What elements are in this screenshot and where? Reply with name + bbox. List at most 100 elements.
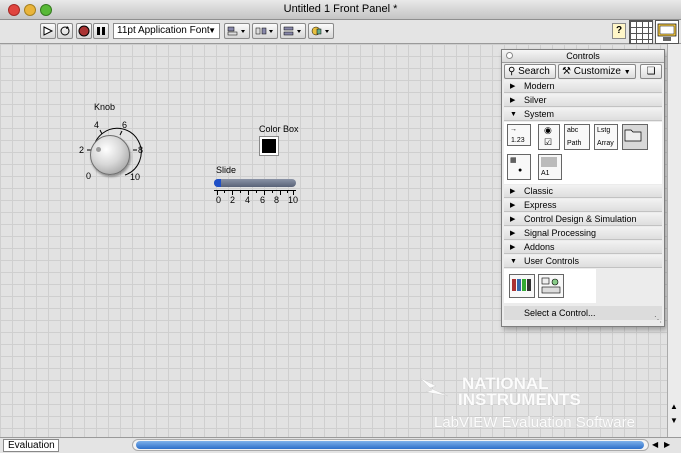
category-label: Silver [524,95,547,105]
palette-customize-button[interactable]: ⚒ Customize ▼ [558,64,636,79]
font-select-label: 11pt Application Font [117,25,210,36]
connector-pane-icon[interactable] [629,20,653,44]
palette-view-button[interactable]: ❏ [640,64,662,79]
color-box-label: Color Box [259,124,299,134]
category-label: Signal Processing [524,228,597,238]
knob-scale-label-8: 8 [138,145,144,155]
knob-scale-label-4: 4 [94,120,100,130]
slide-scale [214,190,296,195]
slide-scale-label-8: 8 [274,195,280,205]
books-icon [512,279,531,291]
pause-button[interactable] [93,23,109,39]
toolbar: 11pt Application Font ▼ [0,20,681,44]
decoration-icon-text: A1 [541,170,550,177]
palette-category-signal-processing[interactable]: ▶ Signal Processing [504,227,662,240]
wrench-icon: ⚒ [562,66,571,77]
knob-pointer [96,147,101,152]
palette-category-system[interactable]: ▼ System [504,108,662,121]
reorder-button[interactable] [308,23,334,39]
palette-title-bar[interactable]: Controls [502,50,664,63]
triangle-right-icon: ▶ [510,83,516,90]
context-help-button[interactable]: ? [612,23,626,39]
knob-scale-label-6: 6 [122,120,128,130]
palette-search-button[interactable]: ⚲ Search [504,64,556,79]
vi-icon[interactable] [655,20,679,44]
knob-scale-label-0: 0 [86,171,92,181]
watermark-line-instruments: INSTRUMENTS [458,390,581,409]
chevron-down-icon: ▼ [208,26,216,35]
run-button[interactable] [40,23,56,39]
palette-category-user-controls[interactable]: ▼ User Controls [504,255,662,268]
category-label: Classic [524,186,554,196]
slide-scale-label-2: 2 [230,195,236,205]
palette-category-addons[interactable]: ▶ Addons [504,241,662,254]
controls-palette: Controls ⚲ Search ⚒ Customize ▼ ❏ ▶ Moder… [501,49,665,327]
palette-customize-label: Customize [573,66,621,77]
path-icon-text: Path [567,140,582,147]
user-controls-folder-icon[interactable] [538,274,564,298]
window-stack-icon: ❏ [646,66,656,77]
run-continuously-button[interactable] [57,23,73,39]
color-box[interactable] [259,136,279,156]
palette-category-silver[interactable]: ▶ Silver [504,94,662,107]
chevron-down-icon: ▼ [623,69,631,76]
string-path-control-icon[interactable]: abc Path [564,124,590,150]
slide-track[interactable] [214,179,296,187]
user-controls-library-icon[interactable] [509,274,535,298]
knob-label: Knob [94,102,116,112]
stop-icon [78,25,90,37]
scroll-right-icon[interactable]: ▶ [664,440,670,449]
distribute-objects-button[interactable] [252,23,278,39]
vertical-scrollbar[interactable]: ▲ ▼ [667,44,681,437]
run-continuously-icon [60,26,70,36]
title-bar: Untitled 1 Front Panel * [0,0,681,20]
triangle-down-icon: ▼ [510,258,517,265]
resize-objects-button[interactable] [280,23,306,39]
decorations-control-icon[interactable]: A1 [538,154,562,180]
align-objects-button[interactable] [224,23,250,39]
system-controls-grid: 1.23 → ◉ ☑ abc Path Lstg Array ▦ ● A1 [504,122,662,184]
palette-category-control-design[interactable]: ▶ Control Design & Simulation [504,213,662,226]
ni-eagle-logo-icon [419,377,449,397]
horizontal-scroll-thumb[interactable] [136,441,644,449]
palette-category-classic[interactable]: ▶ Classic [504,185,662,198]
containers-control-icon[interactable] [622,124,648,150]
abort-button[interactable] [76,23,92,39]
scroll-up-icon[interactable]: ▲ [670,402,678,411]
pause-icon [97,27,105,35]
numeric-icon-text: 1.23 [511,137,525,144]
slide-scale-label-4: 4 [245,195,251,205]
watermark-line-labview: LabVIEW Evaluation Software [434,414,635,431]
boolean-control-icon[interactable]: ◉ ☑ [538,124,560,150]
resize-grip-icon[interactable]: ⋱ [654,315,662,324]
slide-scale-label-0: 0 [216,195,222,205]
national-instruments-watermark: NATIONAL INSTRUMENTS LabVIEW Evaluation … [418,374,664,434]
controls-folder-icon [541,277,561,294]
slide-fill [214,179,221,187]
string-icon-text: abc [567,127,579,134]
scroll-down-icon[interactable]: ▼ [670,416,678,425]
knob[interactable] [90,135,130,175]
evaluation-tab[interactable]: Evaluation [3,439,59,452]
resize-icon [283,26,301,36]
palette-title: Controls [566,51,600,61]
slide-scale-label-10: 10 [288,195,299,205]
numeric-control-icon[interactable]: 1.23 → [507,124,531,146]
labview-vi-icon [657,23,677,41]
category-label: User Controls [524,256,580,266]
array-icon-text: Array [597,140,614,147]
palette-category-modern[interactable]: ▶ Modern [504,80,662,93]
listbox-icon-text: Lstg [597,127,611,134]
category-label: Addons [524,242,555,252]
triangle-right-icon: ▶ [510,244,516,251]
select-a-control-item[interactable]: Select a Control... [504,306,662,320]
window-title: Untitled 1 Front Panel * [283,3,398,15]
list-table-control-icon[interactable]: Lstg Array [594,124,618,150]
scroll-left-icon[interactable]: ◀ [652,440,658,449]
color-swatch [262,139,276,153]
palette-search-label: Search [518,66,550,77]
palette-category-express[interactable]: ▶ Express [504,199,662,212]
ring-enum-control-icon[interactable]: ▦ ● [507,154,531,180]
user-controls-grid [504,269,596,303]
font-select[interactable]: 11pt Application Font ▼ [113,23,220,39]
